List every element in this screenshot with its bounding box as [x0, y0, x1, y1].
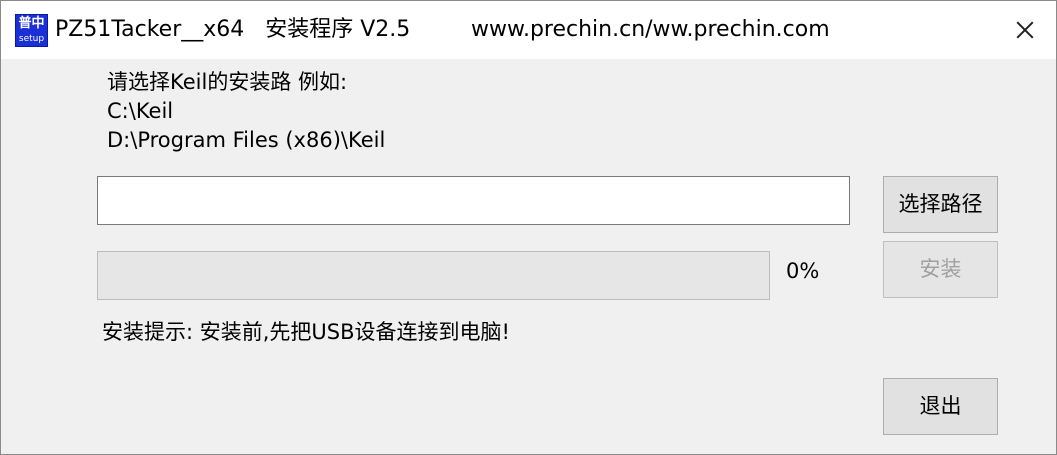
window-url: www.prechin.cn/ww.prechin.com	[471, 17, 830, 42]
instruction-line-3: D:\Program Files (x86)\Keil	[107, 128, 386, 152]
instruction-line-2: C:\Keil	[107, 99, 174, 123]
install-path-input[interactable]	[97, 176, 850, 225]
install-tip: 安装提示: 安装前,先把USB设备连接到电脑!	[102, 320, 510, 344]
close-icon[interactable]	[992, 1, 1056, 59]
instruction-line-1: 请选择Keil的安装路 例如:	[107, 70, 348, 94]
progress-percent: 0%	[786, 259, 820, 283]
installer-window: 普中 setup PZ51Tacker__x64 安装程序 V2.5 www.p…	[0, 0, 1057, 455]
title-bar[interactable]: 普中 setup PZ51Tacker__x64 安装程序 V2.5 www.p…	[1, 1, 1056, 59]
install-button[interactable]: 安装	[883, 241, 998, 298]
app-icon-text-bottom: setup	[18, 34, 45, 44]
exit-button[interactable]: 退出	[883, 378, 998, 435]
install-progress-bar	[97, 251, 770, 300]
window-title: PZ51Tacker__x64 安装程序 V2.5	[55, 17, 411, 42]
select-path-button[interactable]: 选择路径	[883, 176, 998, 233]
app-icon: 普中 setup	[15, 14, 48, 47]
app-icon-text-top: 普中	[18, 16, 45, 31]
